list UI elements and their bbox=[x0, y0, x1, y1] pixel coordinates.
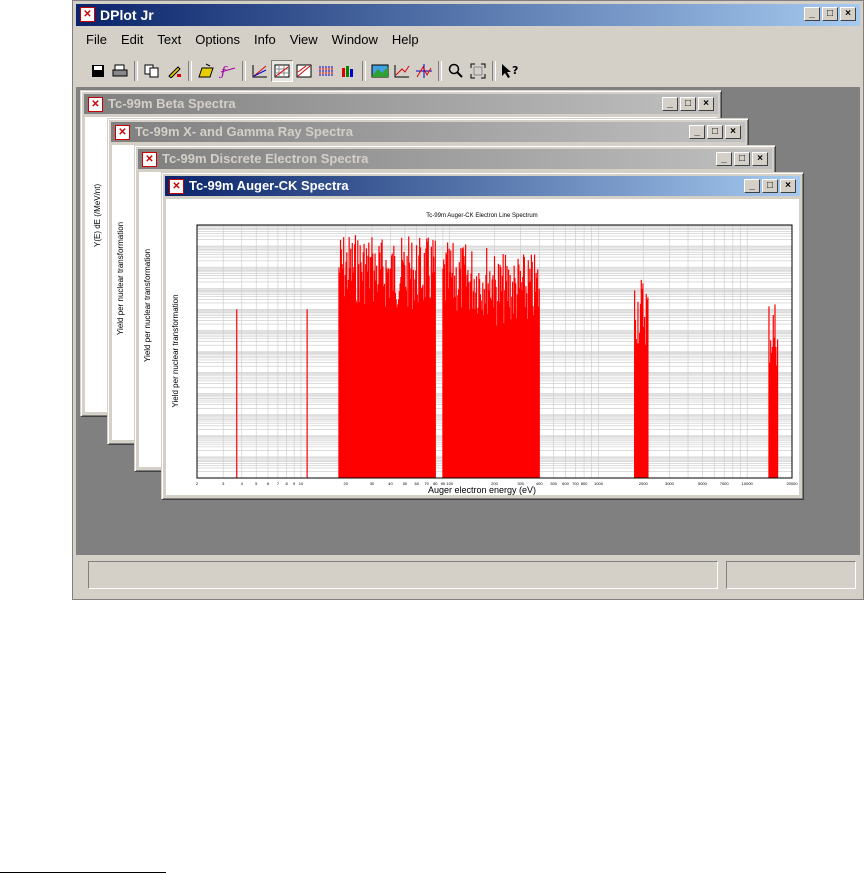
discrete-title: Tc-99m Discrete Electron Spectra bbox=[162, 151, 369, 166]
minimize-button[interactable]: _ bbox=[689, 125, 705, 139]
x-tick-label: 9 bbox=[293, 481, 296, 486]
menu-edit[interactable]: Edit bbox=[114, 32, 150, 47]
status-panel-main bbox=[88, 561, 718, 589]
close-button[interactable]: × bbox=[840, 7, 856, 21]
chart-title: Tc-99m Auger-CK Electron Line Spectrum bbox=[426, 213, 537, 219]
app-icon: ✕ bbox=[80, 7, 95, 22]
mdi-workspace: ✕ Tc-99m Beta Spectra _ □ × Y(E) dE (/MeV/… bbox=[76, 87, 860, 555]
menu-help[interactable]: Help bbox=[385, 32, 426, 47]
auger-ck-window[interactable]: ✕ Tc-99m Auger-CK Spectra _ □ × Tc-99m Aug… bbox=[161, 172, 804, 500]
menu-text[interactable]: Text bbox=[150, 32, 188, 47]
beta-y-label: Y(E) dE (/MeV/nt) bbox=[93, 183, 102, 247]
minimize-button[interactable]: _ bbox=[744, 179, 760, 193]
maximize-button[interactable]: □ bbox=[762, 179, 778, 193]
x-tick-label: 5000 bbox=[698, 481, 708, 486]
app-titlebar[interactable]: ✕ DPlot Jr _ □ × bbox=[76, 4, 860, 26]
svg-text:ƒ: ƒ bbox=[219, 65, 228, 79]
x-tick-label: 1000 bbox=[594, 481, 604, 486]
formula-icon[interactable]: ƒ bbox=[217, 60, 239, 82]
x-tick-label: 10 bbox=[299, 481, 304, 486]
x-tick-label: 2000 bbox=[639, 481, 649, 486]
x-tick-label: 7000 bbox=[720, 481, 730, 486]
menu-options[interactable]: Options bbox=[188, 32, 247, 47]
maximize-button[interactable]: □ bbox=[707, 125, 723, 139]
auger-plot-area: Tc-99m Auger-CK Electron Line Spectrum 2… bbox=[166, 199, 799, 495]
menu-file[interactable]: File bbox=[79, 32, 114, 47]
dplot-app-window: ✕ DPlot Jr _ □ × File Edit Text Options … bbox=[72, 0, 864, 600]
menu-info[interactable]: Info bbox=[247, 32, 283, 47]
x-tick-label: 30 bbox=[370, 481, 375, 486]
maximize-button[interactable]: □ bbox=[822, 7, 838, 21]
menu-view[interactable]: View bbox=[283, 32, 325, 47]
help-pointer-icon[interactable]: ? bbox=[499, 60, 521, 82]
minimize-button[interactable]: _ bbox=[804, 7, 820, 21]
doc-icon: ✕ bbox=[88, 97, 103, 112]
beta-titlebar[interactable]: ✕ Tc-99m Beta Spectra _ □ × bbox=[84, 94, 718, 114]
dot-plot-icon[interactable] bbox=[315, 60, 337, 82]
close-button[interactable]: × bbox=[725, 125, 741, 139]
menu-window[interactable]: Window bbox=[325, 32, 385, 47]
zoom-icon[interactable] bbox=[445, 60, 467, 82]
x-tick-label: 4 bbox=[241, 481, 244, 486]
x-tick-label: 10000 bbox=[742, 481, 754, 486]
doc-icon: ✕ bbox=[169, 179, 184, 194]
open-icon[interactable] bbox=[195, 60, 217, 82]
close-button[interactable]: × bbox=[698, 97, 714, 111]
save-icon[interactable] bbox=[87, 60, 109, 82]
auger-chart: Tc-99m Auger-CK Electron Line Spectrum 2… bbox=[171, 213, 798, 495]
close-button[interactable]: × bbox=[780, 179, 796, 193]
maximize-button[interactable]: □ bbox=[680, 97, 696, 111]
xray-titlebar[interactable]: ✕ Tc-99m X- and Gamma Ray Spectra _ □ × bbox=[111, 122, 745, 142]
beta-title: Tc-99m Beta Spectra bbox=[108, 96, 236, 111]
line-plot-icon[interactable] bbox=[249, 60, 271, 82]
discrete-titlebar[interactable]: ✕ Tc-99m Discrete Electron Spectra _ □ × bbox=[138, 149, 772, 169]
toolbar: ƒ ? bbox=[87, 58, 521, 84]
x-tick-label: 20000 bbox=[786, 481, 798, 486]
paste-icon[interactable] bbox=[163, 60, 185, 82]
x-tick-label: 5 bbox=[255, 481, 258, 486]
x-tick-label: 400 bbox=[536, 481, 543, 486]
doc-icon: ✕ bbox=[142, 152, 157, 167]
close-button[interactable]: × bbox=[752, 152, 768, 166]
grid-plot-icon[interactable] bbox=[271, 60, 293, 82]
minimize-button[interactable]: _ bbox=[716, 152, 732, 166]
app-title: DPlot Jr bbox=[100, 7, 154, 23]
x-tick-label: 60 bbox=[414, 481, 419, 486]
x-tick-label: 700 bbox=[572, 481, 579, 486]
menubar: File Edit Text Options Info View Window … bbox=[79, 32, 426, 47]
surface-icon[interactable] bbox=[369, 60, 391, 82]
status-panel-right bbox=[726, 561, 856, 589]
crosshair-icon[interactable] bbox=[413, 60, 435, 82]
x-tick-label: 2 bbox=[196, 481, 199, 486]
x-tick-label: 40 bbox=[388, 481, 393, 486]
auger-title: Tc-99m Auger-CK Spectra bbox=[189, 178, 349, 193]
doc-icon: ✕ bbox=[115, 125, 130, 140]
x-tick-label: 3000 bbox=[665, 481, 675, 486]
bar-chart-icon[interactable] bbox=[337, 60, 359, 82]
y-axis-label: Yield per nuclear transformation bbox=[171, 294, 180, 407]
maximize-button[interactable]: □ bbox=[734, 152, 750, 166]
x-tick-label: 600 bbox=[562, 481, 569, 486]
x-tick-label: 800 bbox=[581, 481, 588, 486]
x-tick-label: 20 bbox=[344, 481, 349, 486]
svg-text:?: ? bbox=[512, 64, 518, 77]
fit-icon[interactable] bbox=[467, 60, 489, 82]
xray-y-label: Yield per nuclear transformation bbox=[116, 221, 125, 335]
axis-icon[interactable] bbox=[391, 60, 413, 82]
statusbar bbox=[76, 559, 860, 593]
auger-titlebar[interactable]: ✕ Tc-99m Auger-CK Spectra _ □ × bbox=[165, 176, 800, 196]
minimize-button[interactable]: _ bbox=[662, 97, 678, 111]
x-tick-label: 50 bbox=[403, 481, 408, 486]
x-tick-label: 6 bbox=[267, 481, 270, 486]
x-tick-label: 3 bbox=[222, 481, 225, 486]
copy-icon[interactable] bbox=[141, 60, 163, 82]
contour-plot-icon[interactable] bbox=[293, 60, 315, 82]
x-tick-label: 500 bbox=[550, 481, 557, 486]
x-tick-label: 7 bbox=[277, 481, 280, 486]
x-tick-label: 8 bbox=[285, 481, 288, 486]
x-axis-label: Auger electron energy (eV) bbox=[428, 485, 536, 495]
xray-title: Tc-99m X- and Gamma Ray Spectra bbox=[135, 124, 353, 139]
discrete-y-label: Yield per nuclear transformation bbox=[143, 248, 152, 362]
print-icon[interactable] bbox=[109, 60, 131, 82]
